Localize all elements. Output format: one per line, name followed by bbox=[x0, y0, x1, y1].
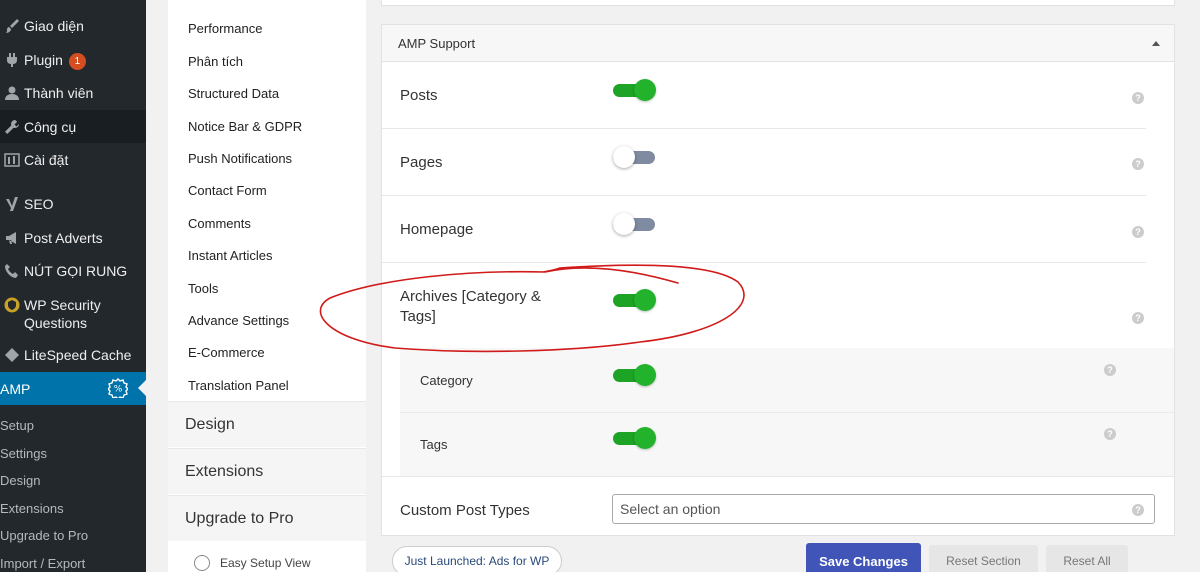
nav-item-notice-bar[interactable]: Notice Bar & GDPR bbox=[188, 119, 302, 134]
panel-title: AMP Support bbox=[398, 35, 476, 51]
help-icon[interactable]: ? bbox=[1132, 504, 1144, 516]
wp-menu-label: LiteSpeed Cache bbox=[24, 347, 132, 363]
setting-label: Pages bbox=[400, 154, 443, 171]
paintbrush-icon bbox=[0, 17, 24, 35]
wp-menu-appearance[interactable]: Giao diện bbox=[0, 17, 146, 35]
panel-header[interactable]: AMP Support bbox=[382, 25, 1174, 62]
row-divider bbox=[382, 476, 1174, 477]
setting-row-pages: Pages ? bbox=[382, 129, 1146, 196]
nav-section-design[interactable]: Design bbox=[168, 401, 366, 447]
setting-row-posts: Posts ? bbox=[382, 63, 1146, 129]
nav-item-push-notifications[interactable]: Push Notifications bbox=[188, 151, 292, 166]
nav-item-tools[interactable]: Tools bbox=[188, 281, 218, 296]
settings-nav: Performance Phân tích Structured Data No… bbox=[168, 0, 366, 572]
category-label: Category bbox=[420, 373, 473, 388]
setting-row-archives: Archives [Category & Tags] ? bbox=[382, 263, 1146, 348]
wp-submenu-import-export[interactable]: Import / Export bbox=[0, 556, 146, 571]
wp-menu-label: Công cụ bbox=[24, 119, 77, 135]
svg-text:%: % bbox=[114, 385, 123, 395]
wp-menu-tools[interactable]: Công cụ bbox=[0, 110, 146, 143]
wp-menu-label: Giao diện bbox=[24, 18, 84, 34]
megaphone-icon bbox=[0, 229, 24, 247]
category-toggle[interactable] bbox=[613, 364, 656, 386]
diamond-icon bbox=[0, 346, 24, 364]
wp-submenu-design[interactable]: Design bbox=[0, 473, 146, 488]
wp-menu-settings[interactable]: Cài đặt bbox=[0, 151, 146, 169]
wp-submenu-setup[interactable]: Setup bbox=[0, 418, 146, 433]
nav-item-performance[interactable]: Performance bbox=[188, 21, 262, 36]
wp-menu-label: AMP bbox=[0, 380, 31, 397]
easy-setup-label: Easy Setup View bbox=[220, 556, 311, 570]
wrench-icon bbox=[0, 118, 24, 136]
wp-menu-post-adverts[interactable]: Post Adverts bbox=[0, 229, 146, 247]
wp-submenu-settings[interactable]: Settings bbox=[0, 446, 146, 461]
nav-section-upgrade[interactable]: Upgrade to Pro bbox=[168, 495, 366, 541]
update-count-badge: 1 bbox=[68, 52, 86, 70]
settings-sliders-icon bbox=[0, 151, 24, 169]
easy-setup-toggle[interactable]: Easy Setup View bbox=[184, 548, 322, 572]
wp-menu-call-button[interactable]: NÚT GỌI RUNG bbox=[0, 262, 146, 280]
nav-section-extensions[interactable]: Extensions bbox=[168, 448, 366, 494]
help-icon[interactable]: ? bbox=[1104, 428, 1116, 440]
wp-menu-label: Post Adverts bbox=[24, 230, 103, 246]
active-menu-arrow bbox=[138, 380, 146, 396]
wp-menu-plugin[interactable]: Plugin 1 bbox=[0, 51, 146, 70]
nav-item-contact-form[interactable]: Contact Form bbox=[188, 183, 267, 198]
amp-support-panel: AMP Support Posts ? Pages ? Homepage ? A… bbox=[381, 24, 1175, 536]
select-placeholder: Select an option bbox=[620, 501, 721, 517]
previous-panel-edge bbox=[381, 0, 1175, 6]
tags-label: Tags bbox=[420, 437, 448, 452]
nav-item-advance-settings[interactable]: Advance Settings bbox=[188, 313, 289, 328]
setting-label: Homepage bbox=[400, 221, 474, 238]
shield-icon bbox=[0, 296, 24, 314]
wp-menu-label: Plugin 1 bbox=[24, 51, 86, 70]
wp-menu-users[interactable]: Thành viên bbox=[0, 84, 146, 102]
wp-menu-label: NÚT GỌI RUNG bbox=[24, 263, 128, 279]
tags-toggle[interactable] bbox=[613, 427, 656, 449]
wp-menu-security-questions[interactable]: WP Security Questions bbox=[0, 296, 146, 332]
nav-item-instant-articles[interactable]: Instant Articles bbox=[188, 248, 273, 263]
yoast-icon bbox=[0, 195, 24, 213]
reset-all-button[interactable]: Reset All bbox=[1046, 545, 1128, 572]
custom-post-types-label: Custom Post Types bbox=[400, 502, 530, 519]
setting-row-homepage: Homepage ? bbox=[382, 196, 1146, 263]
users-icon bbox=[0, 84, 24, 102]
help-icon[interactable]: ? bbox=[1132, 226, 1144, 238]
wp-menu-label: WP Security Questions bbox=[24, 297, 101, 331]
settings-badge-icon: % bbox=[107, 378, 129, 400]
wp-submenu-upgrade[interactable]: Upgrade to Pro bbox=[0, 528, 146, 543]
wp-submenu-extensions[interactable]: Extensions bbox=[0, 501, 146, 516]
wp-menu-label: Thành viên bbox=[24, 85, 94, 101]
custom-post-types-select[interactable]: Select an option ? bbox=[612, 494, 1155, 524]
wp-menu-label: SEO bbox=[24, 196, 54, 212]
save-changes-button[interactable]: Save Changes bbox=[806, 543, 921, 572]
help-icon[interactable]: ? bbox=[1104, 364, 1116, 376]
help-icon[interactable]: ? bbox=[1132, 312, 1144, 324]
wp-menu-litespeed[interactable]: LiteSpeed Cache bbox=[0, 346, 146, 364]
phone-icon bbox=[0, 262, 24, 280]
nav-item-analytics[interactable]: Phân tích bbox=[188, 54, 243, 69]
pages-toggle[interactable] bbox=[613, 146, 655, 168]
nav-item-structured-data[interactable]: Structured Data bbox=[188, 86, 279, 101]
plugin-icon bbox=[0, 51, 24, 69]
sub-divider bbox=[400, 412, 1174, 413]
collapse-caret-icon[interactable] bbox=[1152, 41, 1160, 46]
wp-admin-sidebar: Giao diện Plugin 1 Thành viên Công cụ Cài… bbox=[0, 0, 146, 572]
help-icon[interactable]: ? bbox=[1132, 158, 1144, 170]
ads-for-wp-promo-button[interactable]: Just Launched: Ads for WP bbox=[392, 546, 562, 572]
wp-menu-amp[interactable]: AMP % bbox=[0, 372, 146, 409]
setting-label: Archives [Category & Tags] bbox=[400, 288, 541, 325]
setting-label: Posts bbox=[400, 87, 438, 104]
reset-section-button[interactable]: Reset Section bbox=[929, 545, 1038, 572]
homepage-toggle[interactable] bbox=[613, 213, 655, 235]
wp-menu-seo[interactable]: SEO bbox=[0, 195, 146, 213]
nav-item-translation-panel[interactable]: Translation Panel bbox=[188, 378, 289, 393]
posts-toggle[interactable] bbox=[613, 79, 656, 101]
easy-setup-radio[interactable] bbox=[194, 555, 210, 571]
archives-toggle[interactable] bbox=[613, 289, 656, 311]
nav-item-ecommerce[interactable]: E-Commerce bbox=[188, 345, 265, 360]
wp-menu-label: Cài đặt bbox=[24, 152, 69, 168]
help-icon[interactable]: ? bbox=[1132, 92, 1144, 104]
nav-item-comments[interactable]: Comments bbox=[188, 216, 251, 231]
